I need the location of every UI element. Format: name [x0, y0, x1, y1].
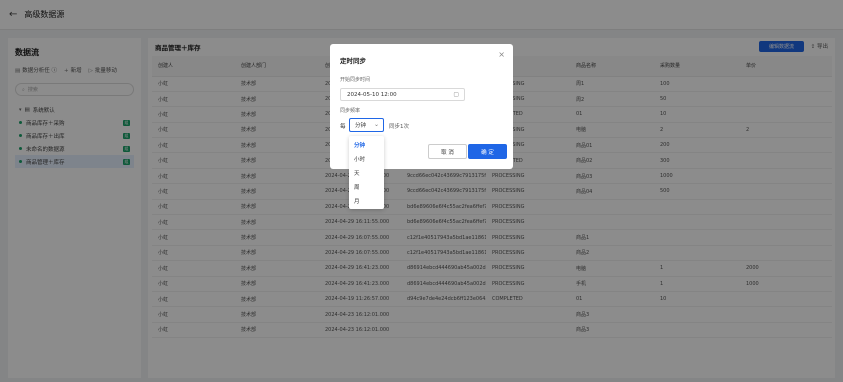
dropdown-option[interactable]: 小时: [349, 152, 384, 166]
dropdown-option[interactable]: 周: [349, 180, 384, 194]
frequency-unit-dropdown: 分钟 小时天周月: [349, 136, 384, 209]
dropdown-option[interactable]: 分钟: [349, 138, 384, 152]
every-label: 每: [340, 124, 346, 130]
confirm-button[interactable]: 确 定: [468, 144, 507, 159]
chevron-down-icon: ⌄: [373, 121, 379, 128]
calendar-icon: ▢: [453, 91, 459, 98]
sync-suffix-label: 同步1次: [389, 124, 409, 130]
start-time-input[interactable]: 2024-05-10 12:00 ▢: [340, 88, 465, 101]
dialog-title: 定时同步: [340, 57, 366, 65]
cancel-button[interactable]: 取 消: [428, 144, 467, 159]
start-time-label: 开始同步时间: [340, 77, 371, 83]
dropdown-option[interactable]: 天: [349, 166, 384, 180]
frequency-unit-select[interactable]: 分钟 ⌄: [349, 118, 384, 132]
dropdown-option[interactable]: 月: [349, 194, 384, 208]
frequency-label: 同步频率: [340, 108, 361, 114]
close-icon[interactable]: ×: [498, 50, 505, 59]
